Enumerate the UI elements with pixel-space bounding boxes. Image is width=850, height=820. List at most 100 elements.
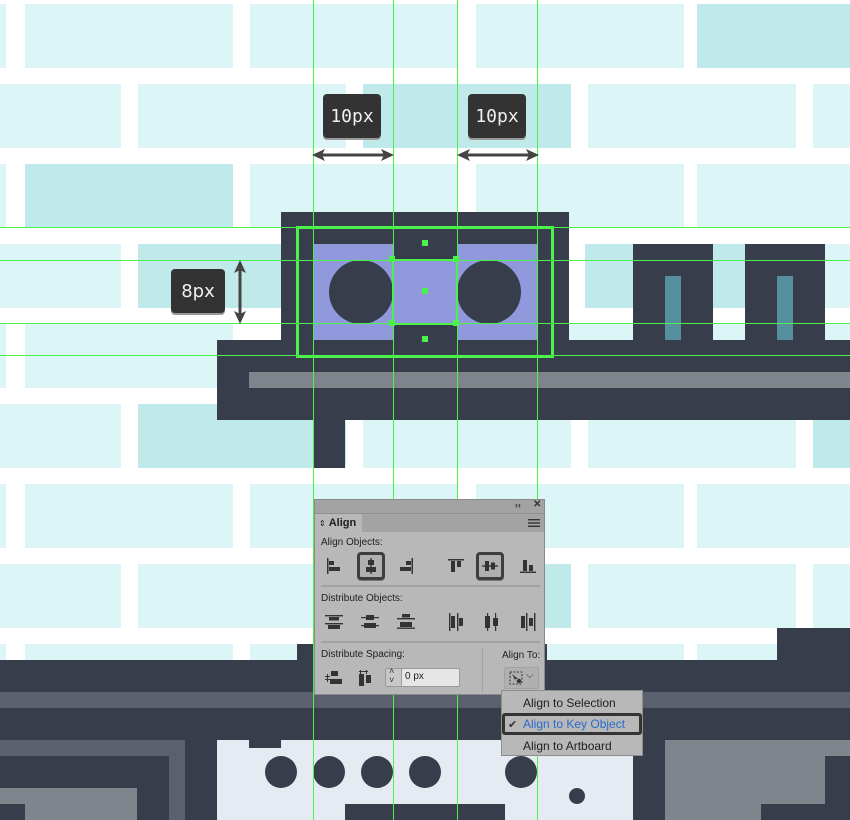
guide-vertical: [313, 0, 314, 820]
guide-vertical: [457, 0, 458, 820]
horizontal-distribute-center-button[interactable]: [481, 611, 503, 633]
measurement-label-height: 8px: [171, 269, 225, 313]
horizontal-align-left-button[interactable]: [323, 555, 345, 577]
anchor-point[interactable]: [422, 336, 428, 342]
tab-align[interactable]: ⇕ Align: [315, 514, 362, 532]
collapse-panel-icon[interactable]: ‹‹: [515, 500, 521, 510]
align-panel: ‹‹ ✕ ⇕ Align Align Objects: Distribute O…: [314, 499, 545, 695]
knob-1: [265, 756, 297, 788]
brick: [25, 324, 233, 388]
vertical-distribute-space-icon: [325, 671, 342, 684]
vertical-distribute-bottom-button[interactable]: [395, 611, 417, 633]
vertical-align-bottom-button[interactable]: [517, 555, 539, 577]
brick: [547, 644, 684, 660]
spacing-input[interactable]: ˄ ˅ 0 px: [385, 666, 460, 687]
checkmark-icon: ✔: [508, 719, 518, 731]
brick: [0, 644, 6, 660]
indicator-dot: [569, 788, 585, 804]
menu-item-label: Align to Key Object: [523, 717, 626, 731]
align-to-dropdown[interactable]: ⌵: [504, 667, 539, 689]
close-panel-icon[interactable]: ✕: [533, 499, 541, 510]
menu-item-align-to-selection[interactable]: Align to Selection: [502, 692, 642, 713]
vertical-distribute-bottom-icon: [397, 614, 415, 629]
device-top-corner: [777, 628, 850, 660]
distribute-objects-label: Distribute Objects:: [321, 593, 403, 604]
horizontal-distribute-center-icon: [485, 613, 498, 631]
vertical-distribute-center-button[interactable]: [359, 611, 381, 633]
panel-title-bar[interactable]: ‹‹ ✕: [315, 499, 544, 514]
align-objects-label: Align Objects:: [321, 537, 383, 548]
brick: [813, 420, 850, 468]
brick: [363, 420, 571, 468]
key-handle[interactable]: [389, 320, 395, 326]
brick: [476, 4, 684, 68]
distribute-spacing-label: Distribute Spacing:: [321, 649, 405, 660]
brick: [588, 420, 796, 468]
vertical-align-center-icon: [482, 561, 498, 571]
brick: [697, 644, 777, 660]
horizontal-distribute-left-icon: [449, 613, 463, 631]
brick: [825, 324, 850, 340]
brick: [697, 484, 850, 548]
left-screen-notch: [0, 804, 25, 820]
spacing-value[interactable]: 0 px: [405, 671, 424, 682]
key-handle[interactable]: [453, 256, 459, 262]
brick: [138, 84, 346, 148]
align-to-key-object-icon: [509, 671, 523, 685]
brick: [585, 244, 634, 308]
brick: [0, 4, 6, 68]
horizontal-distribute-space-button[interactable]: [354, 667, 376, 689]
brick: [713, 324, 745, 340]
horizontal-align-right-icon: [400, 558, 413, 574]
double-arrow-horizontal-icon: [312, 149, 394, 161]
horizontal-align-center-button[interactable]: [357, 552, 385, 580]
vertical-distribute-space-button[interactable]: [323, 667, 345, 689]
horizontal-distribute-right-button[interactable]: [517, 611, 539, 633]
brick: [813, 564, 850, 628]
brick: [0, 484, 6, 548]
panel-menu-icon[interactable]: [528, 518, 540, 528]
horizontal-align-center-icon: [366, 558, 376, 574]
horizontal-align-left-icon: [327, 558, 340, 574]
stepper-down-icon[interactable]: ˅: [389, 675, 394, 685]
brick: [0, 324, 6, 388]
vertical-distribute-top-button[interactable]: [323, 611, 345, 633]
brick: [697, 4, 850, 68]
control-tab: [249, 740, 281, 748]
brick: [250, 644, 298, 660]
brick: [588, 84, 796, 148]
panel-divider: [321, 641, 540, 643]
anchor-point[interactable]: [422, 240, 428, 246]
horizontal-distribute-left-button[interactable]: [445, 611, 467, 633]
brick: [25, 644, 233, 660]
key-handle[interactable]: [453, 320, 459, 326]
shelf-leg: [313, 420, 345, 468]
brick: [588, 564, 796, 628]
menu-item-align-to-key-object[interactable]: ✔ Align to Key Object: [502, 713, 642, 735]
tab-reorder-icon: ⇕: [319, 518, 326, 528]
panel-tab-bar: ⇕ Align: [315, 514, 544, 532]
horizontal-align-right-button[interactable]: [395, 555, 417, 577]
vertical-distribute-center-icon: [361, 615, 379, 628]
menu-item-label: Align to Artboard: [523, 738, 612, 753]
spacing-stepper[interactable]: ˄ ˅: [386, 666, 402, 686]
menu-item-align-to-artboard[interactable]: Align to Artboard: [502, 735, 642, 756]
knob-2: [313, 756, 345, 788]
vertical-distribute-top-icon: [325, 615, 343, 629]
brick: [697, 164, 850, 228]
vertical-align-bottom-icon: [520, 560, 536, 573]
brick: [825, 244, 850, 308]
vertical-align-top-button[interactable]: [445, 555, 467, 577]
tab-align-label: Align: [328, 517, 357, 529]
brick: [713, 244, 745, 308]
vertical-align-center-button[interactable]: [476, 552, 504, 580]
key-handle[interactable]: [389, 256, 395, 262]
measurement-label-left: 10px: [323, 94, 381, 138]
anchor-point[interactable]: [422, 288, 428, 294]
panel-vertical-divider: [482, 648, 483, 692]
horizontal-distribute-right-icon: [521, 613, 536, 631]
chevron-down-icon: ⌵: [526, 670, 534, 681]
brick: [0, 564, 121, 628]
vertical-align-top-icon: [448, 559, 464, 572]
knob-4: [409, 756, 441, 788]
